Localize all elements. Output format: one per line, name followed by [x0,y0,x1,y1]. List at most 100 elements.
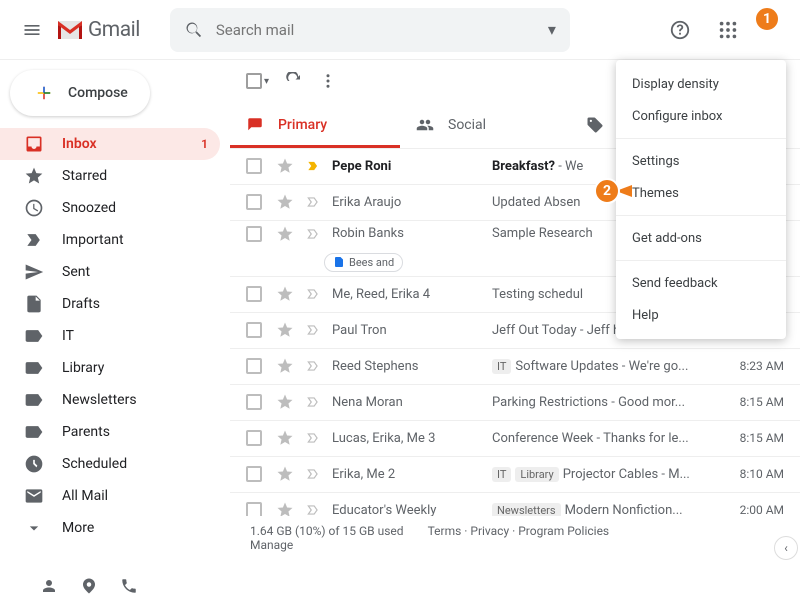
important-icon[interactable] [306,359,320,373]
email-checkbox[interactable] [246,394,262,410]
nav-starred[interactable]: Starred [0,160,220,192]
email-row[interactable]: Reed StephensITSoftware Updates - We're … [230,349,800,385]
important-icon[interactable] [306,195,320,209]
help-button[interactable] [660,10,700,50]
star-icon[interactable] [276,193,294,211]
nav-it[interactable]: IT [0,320,220,352]
star-icon[interactable] [276,393,294,411]
settings-dropdown: Display density Configure inbox Settings… [616,60,786,339]
email-row[interactable]: Lucas, Erika, Me 3Conference Week - Than… [230,421,800,457]
email-checkbox[interactable] [246,322,262,338]
important-icon[interactable] [306,227,320,241]
dd-display-density[interactable]: Display density [616,68,786,100]
primary-icon [246,116,264,134]
label-icon [24,390,44,410]
nav-scheduled[interactable]: Scheduled [0,448,220,480]
label-chip: Library [515,467,558,482]
dd-themes[interactable]: Themes [616,177,786,209]
email-sender: Educator's Weekly [332,503,492,516]
label-chip: Newsletters [492,503,561,516]
footer-info: 1.64 GB (10%) of 15 GB used Manage Terms… [230,516,800,560]
side-panel-toggle[interactable]: ‹ [774,536,798,560]
nav-all-mail[interactable]: All Mail [0,480,220,512]
important-icon [24,230,44,250]
dd-send-feedback[interactable]: Send feedback [616,267,786,299]
important-icon[interactable] [306,323,320,337]
star-icon[interactable] [276,465,294,483]
search-dropdown-icon[interactable]: ▾ [548,20,556,39]
dd-settings[interactable]: Settings [616,145,786,177]
nav-parents[interactable]: Parents [0,416,220,448]
person-icon[interactable] [40,577,58,595]
important-icon[interactable] [306,431,320,445]
compose-plus-icon [30,79,58,107]
sent-icon [24,262,44,282]
nav-snoozed[interactable]: Snoozed [0,192,220,224]
important-icon[interactable] [306,467,320,481]
email-checkbox[interactable] [246,466,262,482]
email-checkbox[interactable] [246,358,262,374]
nav-sent[interactable]: Sent [0,256,220,288]
search-input[interactable] [216,21,548,39]
label-chip: IT [492,467,511,482]
search-icon [184,20,204,40]
storage-text: 1.64 GB (10%) of 15 GB used [250,524,404,538]
email-time: 8:10 AM [724,467,784,481]
more-button[interactable] [319,72,337,90]
drafts-icon [24,294,44,314]
star-icon[interactable] [276,285,294,303]
nav-drafts[interactable]: Drafts [0,288,220,320]
clock-icon [24,198,44,218]
email-checkbox[interactable] [246,502,262,516]
email-subject: ITSoftware Updates - We're go... [492,359,712,374]
sidebar: Compose Inbox1StarredSnoozedImportantSen… [0,60,230,560]
email-checkbox[interactable] [246,226,262,242]
email-checkbox[interactable] [246,194,262,210]
important-icon[interactable] [306,159,320,173]
search-bar[interactable]: ▾ [170,8,570,52]
nav-library[interactable]: Library [0,352,220,384]
nav-newsletters[interactable]: Newsletters [0,384,220,416]
phone-icon[interactable] [120,577,138,595]
email-sender: Lucas, Erika, Me 3 [332,431,492,446]
email-checkbox[interactable] [246,286,262,302]
dd-get-addons[interactable]: Get add-ons [616,222,786,254]
email-row[interactable]: Educator's WeeklyNewslettersModern Nonfi… [230,493,800,516]
nav-inbox[interactable]: Inbox1 [0,128,220,160]
hangouts-icon[interactable] [80,577,98,595]
compose-button[interactable]: Compose [10,70,150,116]
manage-link[interactable]: Manage [250,538,293,552]
apps-button[interactable] [708,10,748,50]
star-icon[interactable] [276,225,294,243]
email-checkbox[interactable] [246,430,262,446]
dd-help[interactable]: Help [616,299,786,331]
select-all-checkbox[interactable]: ▾ [246,73,269,89]
social-icon [416,116,434,134]
star-icon[interactable] [276,429,294,447]
important-icon[interactable] [306,395,320,409]
important-icon[interactable] [306,287,320,301]
attachment-chip[interactable]: Bees and [324,253,403,272]
star-icon[interactable] [276,157,294,175]
star-icon[interactable] [276,501,294,516]
email-sender: Paul Tron [332,323,492,338]
email-checkbox[interactable] [246,158,262,174]
tab-social[interactable]: Social [400,103,570,148]
email-row[interactable]: Nena MoranParking Restrictions - Good mo… [230,385,800,421]
nav-more[interactable]: More [0,512,220,544]
email-subject: NewslettersModern Nonfiction... [492,503,712,516]
email-sender: Erika Araujo [332,195,492,210]
menu-button[interactable] [12,10,52,50]
star-icon[interactable] [276,357,294,375]
email-sender: Robin Banks [332,226,492,241]
email-row[interactable]: Erika, Me 2ITLibraryProjector Cables - M… [230,457,800,493]
important-icon[interactable] [306,503,320,516]
footer-links[interactable]: Terms · Privacy · Program Policies [428,524,610,552]
apps-icon [717,19,739,41]
nav-important[interactable]: Important [0,224,220,256]
gmail-logo[interactable]: Gmail [56,18,140,42]
tab-primary[interactable]: Primary [230,103,400,148]
refresh-button[interactable] [285,72,303,90]
star-icon[interactable] [276,321,294,339]
dd-configure-inbox[interactable]: Configure inbox [616,100,786,132]
